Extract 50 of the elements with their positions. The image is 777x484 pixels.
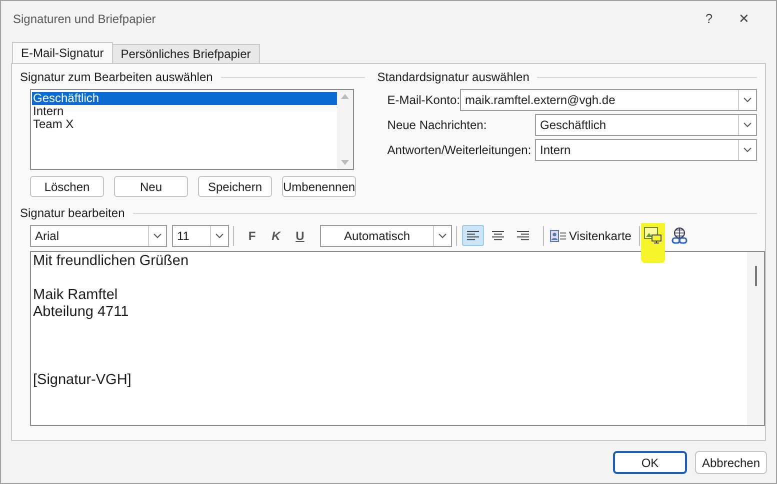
field-label: Neue Nachrichten: — [387, 117, 488, 134]
scroll-thumb[interactable] — [754, 266, 756, 286]
account-dropdown[interactable]: Geschäftlich — [535, 114, 757, 136]
list-action-button[interactable]: Löschen — [30, 176, 104, 197]
business-card-button[interactable]: Visitenkarte — [550, 226, 632, 244]
list-action-button[interactable]: Neu — [114, 176, 188, 197]
format-button[interactable]: K — [264, 226, 288, 244]
chevron-down-icon — [153, 232, 162, 238]
field-label: E-Mail-Konto: — [387, 92, 460, 109]
contact-card-icon — [550, 230, 566, 242]
signature-editor[interactable]: Mit freundlichen Grüßen Maik Ramftel Abteilung 4711 [Signatur-VGH] — [30, 251, 765, 426]
close-button[interactable]: ✕ — [724, 9, 764, 29]
align-center-icon — [492, 230, 504, 240]
tab[interactable]: Persönliches Briefpapier — [112, 44, 260, 63]
size-dropdown[interactable]: 11 — [172, 224, 229, 246]
chevron-down-icon — [438, 232, 447, 238]
chevron-down-icon — [215, 232, 224, 238]
tab[interactable]: E-Mail-Signatur — [12, 42, 113, 63]
list-action-button[interactable]: Speichern — [198, 176, 272, 197]
help-button[interactable]: ? — [694, 9, 724, 29]
group-title: Signatur bearbeiten — [20, 205, 125, 222]
align-left-icon — [467, 230, 479, 240]
account-dropdown[interactable]: Intern — [535, 139, 757, 161]
align-button[interactable] — [462, 225, 484, 246]
font-dropdown[interactable]: Arial — [30, 224, 167, 246]
chevron-down-icon — [743, 97, 752, 103]
hyperlink-icon[interactable] — [671, 226, 688, 244]
editor-line: Abteilung 4711 — [33, 304, 130, 321]
format-button[interactable]: U — [288, 226, 312, 244]
chevron-down-icon — [743, 122, 752, 128]
format-button[interactable]: F — [240, 226, 264, 244]
list-item[interactable]: Team X — [32, 118, 337, 131]
align-right-icon — [517, 230, 529, 240]
editor-line: [Signatur-VGH] — [33, 372, 132, 389]
group-title: Standardsignatur auswählen — [377, 69, 530, 86]
color-dropdown[interactable]: Automatisch — [320, 224, 452, 246]
group-title: Signatur zum Bearbeiten auswählen — [20, 69, 213, 86]
image-icon[interactable] — [644, 227, 662, 244]
account-dropdown[interactable]: maik.ramftel.extern@vgh.de — [460, 89, 757, 111]
signature-list[interactable]: Geschäftlich Intern Team X — [30, 89, 354, 170]
dialog-button[interactable]: OK — [613, 451, 687, 474]
list-item[interactable]: Geschäftlich — [32, 92, 337, 105]
window-title: Signaturen und Briefpapier — [13, 11, 157, 28]
field-label: Antworten/Weiterleitungen: — [387, 142, 532, 159]
list-action-button[interactable]: Umbenennen — [282, 176, 356, 197]
chevron-down-icon — [743, 147, 752, 153]
editor-line: Mit freundlichen Grüßen — [33, 253, 190, 270]
list-item[interactable]: Intern — [32, 105, 337, 118]
editor-line: Maik Ramftel — [33, 287, 119, 304]
dialog-button[interactable]: Abbrechen — [695, 451, 767, 474]
